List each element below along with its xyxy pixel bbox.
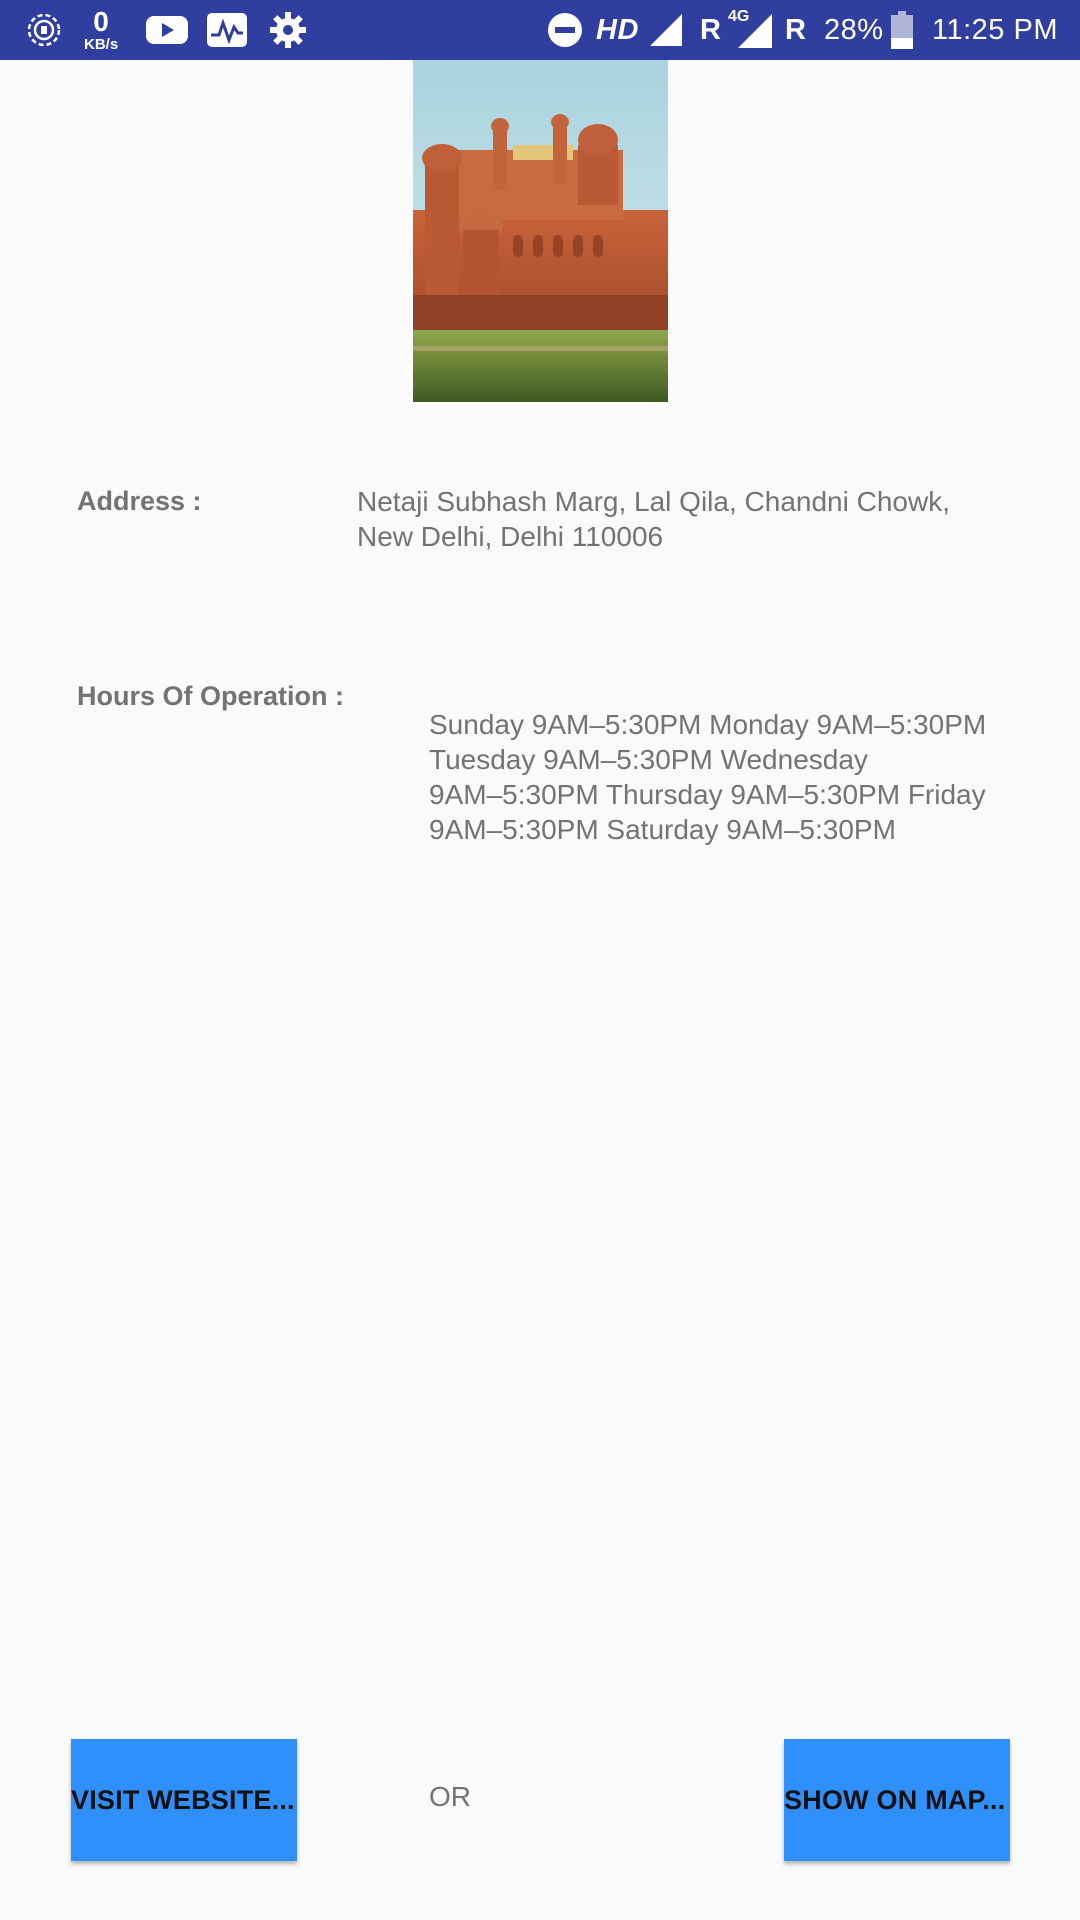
hd-indicator: HD <box>596 13 639 46</box>
hours-label: Hours Of Operation : <box>77 681 345 711</box>
settings-icon <box>268 0 308 60</box>
activity-icon <box>207 0 247 60</box>
or-separator: OR <box>429 1781 471 1812</box>
hours-value: Sunday 9AM–5:30PM Monday 9AM–5:30PM Tues… <box>429 707 986 847</box>
roaming-indicator-1: R <box>700 13 722 46</box>
address-line: Netaji Subhash Marg, Lal Qila, Chandni C… <box>357 486 950 517</box>
roaming-indicator-2: R <box>785 13 807 46</box>
hours-line: 9AM–5:30PM Saturday 9AM–5:30PM <box>429 814 896 845</box>
youtube-icon <box>146 0 188 60</box>
address-line: New Delhi, Delhi 110006 <box>357 521 664 552</box>
network-speed-unit: KB/s <box>84 36 119 53</box>
hours-line: Tuesday 9AM–5:30PM Wednesday <box>429 744 868 775</box>
clock: 11:25 PM <box>932 13 1058 46</box>
hours-line: 9AM–5:30PM Thursday 9AM–5:30PM Friday <box>429 779 986 810</box>
status-bar: 0 KB/s HD R 4G R 28% 11:25 PM <box>0 0 1080 60</box>
signal-icon <box>648 0 684 60</box>
network-speed-value: 0 <box>93 6 109 37</box>
place-photo <box>413 60 668 402</box>
battery-percent: 28% <box>824 13 884 46</box>
do-not-disturb-icon <box>546 0 584 60</box>
network-speed: 0 KB/s <box>84 0 118 60</box>
visit-website-button[interactable]: VISIT WEBSITE... <box>71 1739 297 1861</box>
show-on-map-button[interactable]: SHOW ON MAP... <box>784 1739 1010 1861</box>
hours-line: Sunday 9AM–5:30PM Monday 9AM–5:30PM <box>429 709 987 740</box>
data-saver-icon <box>26 0 62 60</box>
signal-4g-icon: 4G <box>722 0 774 60</box>
address-value: Netaji Subhash Marg, Lal Qila, Chandni C… <box>357 484 950 554</box>
address-label: Address : <box>77 486 202 516</box>
battery-icon <box>890 0 914 60</box>
